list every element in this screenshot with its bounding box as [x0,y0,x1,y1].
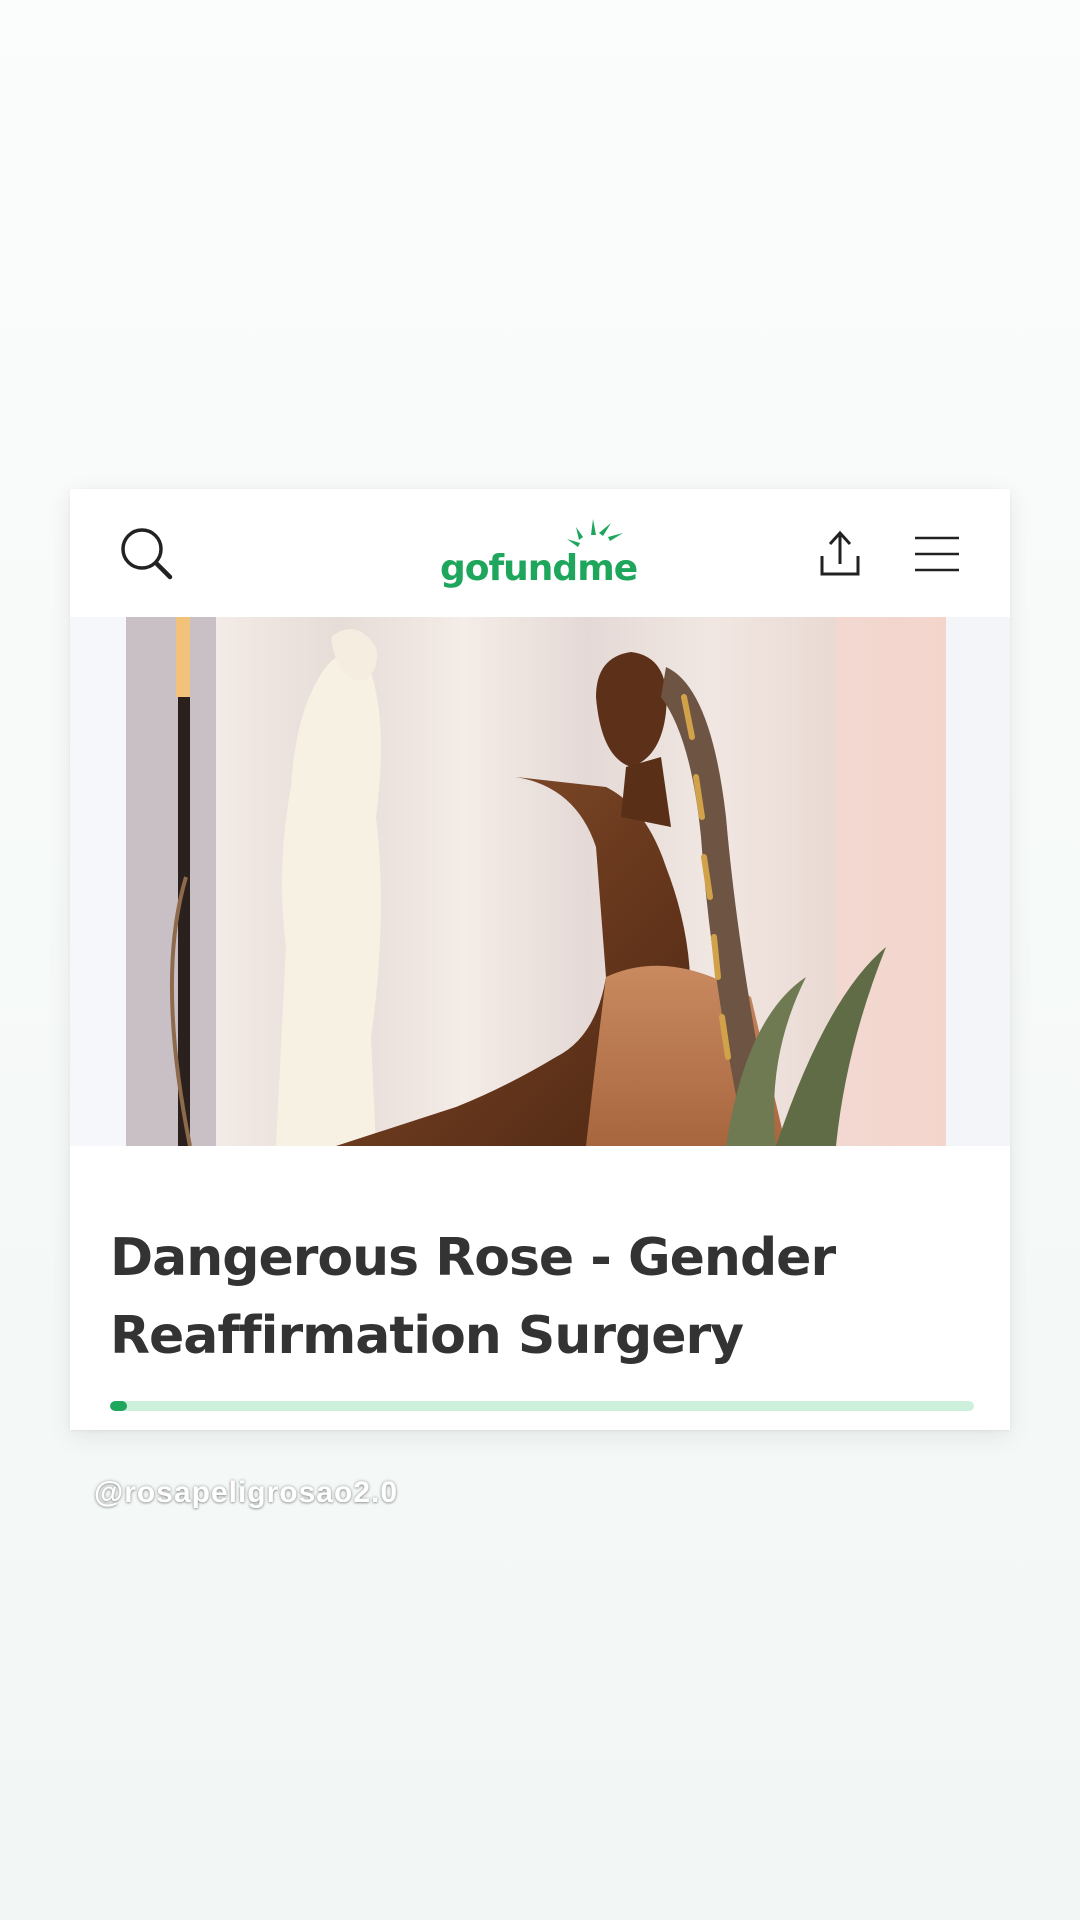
gofundme-logo[interactable]: gofundme [440,513,640,593]
progress-fill [110,1401,128,1411]
top-navigation-bar: gofundme [70,489,1010,617]
search-button[interactable] [112,519,182,589]
fundraising-progress-bar [110,1401,974,1411]
logo-text: gofundme [440,548,638,589]
username-overlay: @rosapeligrosao2.0 [94,1476,399,1509]
menu-button[interactable] [902,519,972,589]
share-icon [820,530,860,576]
search-icon [121,528,173,580]
fundraiser-card: gofundme Dangerous Rose - Gender Reaffir… [70,489,1010,1430]
menu-icon [915,536,959,572]
campaign-title: Dangerous Rose - Gender Reaffirmation Su… [110,1228,836,1366]
campaign-photo-area[interactable] [70,617,1010,1146]
share-button[interactable] [805,519,875,589]
campaign-photo [126,617,946,1146]
